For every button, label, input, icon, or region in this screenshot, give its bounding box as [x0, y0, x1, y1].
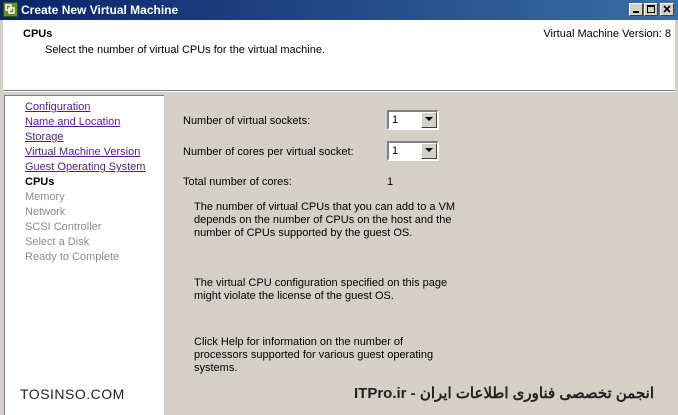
maximize-button[interactable] [644, 3, 658, 16]
sidebar-item-cpus: CPUs [25, 176, 55, 188]
minimize-icon [633, 11, 639, 13]
wizard-header: CPUs Select the number of virtual CPUs f… [3, 20, 675, 90]
minimize-button[interactable] [629, 3, 643, 16]
page-subtitle: Select the number of virtual CPUs for th… [45, 44, 326, 56]
close-button[interactable] [660, 3, 674, 16]
header-divider-highlight [3, 91, 675, 92]
cpu-limit-info: The number of virtual CPUs that you can … [194, 201, 456, 239]
sockets-select-value: 1 [392, 114, 399, 126]
sockets-dropdown-button[interactable] [421, 112, 437, 128]
cores-dropdown-button[interactable] [421, 143, 437, 159]
maximize-icon [647, 5, 655, 13]
chevron-down-icon [425, 117, 433, 121]
help-info: Click Help for information on the number… [194, 336, 434, 374]
close-icon [663, 5, 671, 13]
vmware-logo-icon [3, 2, 18, 17]
cpu-config-panel: Number of virtual sockets: 1 Number of c… [166, 95, 678, 415]
title-bar[interactable]: Create New Virtual Machine [0, 0, 678, 20]
sidebar-item-name-and-location[interactable]: Name and Location [25, 116, 120, 129]
sidebar-item-memory: Memory [25, 191, 65, 203]
sidebar-item-storage[interactable]: Storage [25, 131, 64, 144]
chevron-down-icon [425, 148, 433, 152]
sidebar-item-scsi-controller: SCSI Controller [25, 221, 102, 233]
total-cores-label: Total number of cores: [183, 176, 292, 188]
license-warning-info: The virtual CPU configuration specified … [194, 277, 448, 302]
sidebar-item-select-a-disk: Select a Disk [25, 236, 90, 248]
wizard-steps-sidebar: Configuration Name and Location Storage … [4, 95, 164, 415]
window-title: Create New Virtual Machine [21, 3, 179, 17]
sidebar-item-configuration[interactable]: Configuration [25, 101, 90, 114]
sidebar-item-virtual-machine-version[interactable]: Virtual Machine Version [25, 146, 140, 159]
sockets-label: Number of virtual sockets: [183, 115, 311, 127]
watermark-band: TOSINSO.COM ITPro.ir - انجمن تخصصی فناور… [0, 378, 678, 415]
total-cores-value: 1 [387, 176, 394, 188]
cores-label: Number of cores per virtual socket: [183, 146, 354, 158]
page-title: CPUs [23, 28, 53, 40]
watermark-right: ITPro.ir - انجمن تخصصی فناوری اطلاعات ای… [350, 384, 658, 402]
cores-select-value: 1 [392, 145, 399, 157]
sidebar-item-ready-to-complete: Ready to Complete [25, 251, 120, 263]
watermark-left: TOSINSO.COM [20, 386, 125, 402]
cores-per-socket-select[interactable]: 1 [387, 141, 439, 161]
sidebar-item-network: Network [25, 206, 66, 218]
sidebar-item-guest-operating-system[interactable]: Guest Operating System [25, 161, 145, 174]
sockets-select[interactable]: 1 [387, 110, 439, 130]
vm-version-label: Virtual Machine Version: 8 [543, 28, 671, 40]
